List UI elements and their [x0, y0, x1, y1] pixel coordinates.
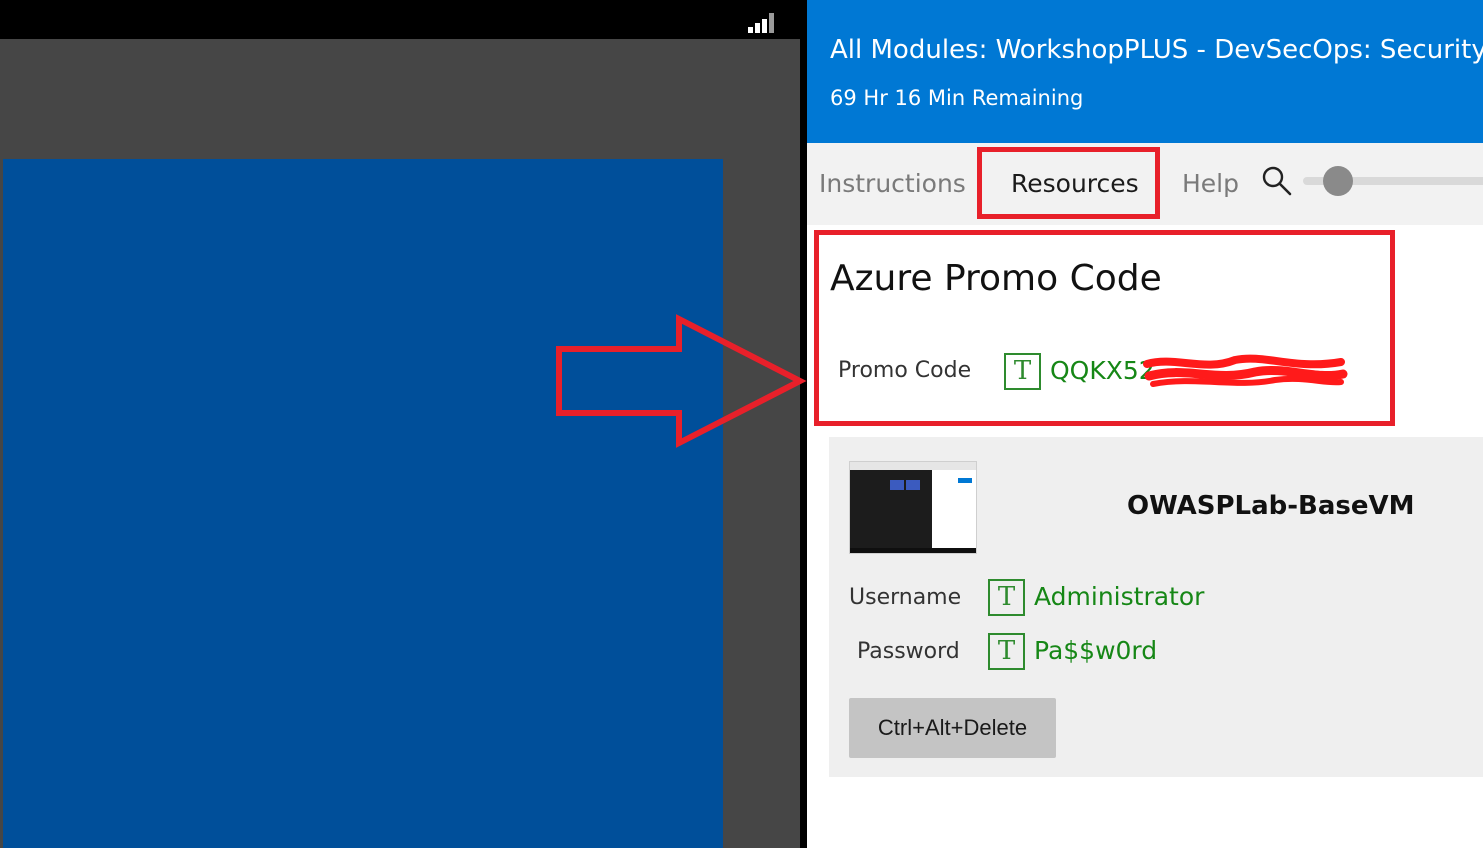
type-text-icon[interactable]: T — [988, 579, 1025, 616]
vm-name: OWASPLab-BaseVM — [1127, 491, 1415, 521]
tab-bar: Instructions Resources Help — [807, 143, 1483, 225]
username-label: Username — [849, 585, 962, 610]
vm-top-bar — [0, 0, 807, 39]
password-value[interactable]: Pa$$w0rd — [1034, 636, 1157, 665]
search-icon[interactable] — [1261, 165, 1293, 197]
lab-header: All Modules: WorkshopPLUS - DevSecOps: S… — [807, 0, 1483, 143]
promo-code-label: Promo Code — [838, 358, 972, 383]
annotation-arrow — [556, 314, 807, 448]
thumbnail-tile — [906, 480, 920, 490]
ctrl-alt-delete-button[interactable]: Ctrl+Alt+Delete — [849, 698, 1056, 758]
time-remaining: 69 Hr 16 Min Remaining — [830, 86, 1084, 110]
thumbnail-taskbar — [850, 548, 976, 553]
tab-help[interactable]: Help — [1182, 169, 1239, 198]
thumbnail-button — [958, 478, 972, 483]
redaction-scribble — [1143, 354, 1348, 387]
zoom-slider-thumb[interactable] — [1323, 166, 1353, 196]
vm-thumbnail[interactable] — [849, 461, 977, 554]
lab-title: All Modules: WorkshopPLUS - DevSecOps: S… — [830, 35, 1483, 65]
tab-instructions[interactable]: Instructions — [819, 169, 966, 198]
promo-heading: Azure Promo Code — [830, 258, 1162, 299]
vm-screen[interactable] — [3, 159, 723, 848]
username-value[interactable]: Administrator — [1034, 582, 1204, 611]
type-text-icon[interactable]: T — [1004, 353, 1041, 390]
lab-panel: All Modules: WorkshopPLUS - DevSecOps: S… — [807, 0, 1483, 848]
signal-bars-icon — [748, 13, 774, 33]
tab-resources[interactable]: Resources — [1011, 169, 1139, 198]
promo-code-value[interactable]: QQKX52 — [1050, 356, 1155, 385]
thumbnail-titlebar — [850, 462, 976, 470]
thumbnail-tile — [890, 480, 904, 490]
password-label: Password — [857, 639, 960, 664]
type-text-icon[interactable]: T — [988, 633, 1025, 670]
vm-resource-card: OWASPLab-BaseVM Username T Administrator… — [829, 437, 1483, 777]
